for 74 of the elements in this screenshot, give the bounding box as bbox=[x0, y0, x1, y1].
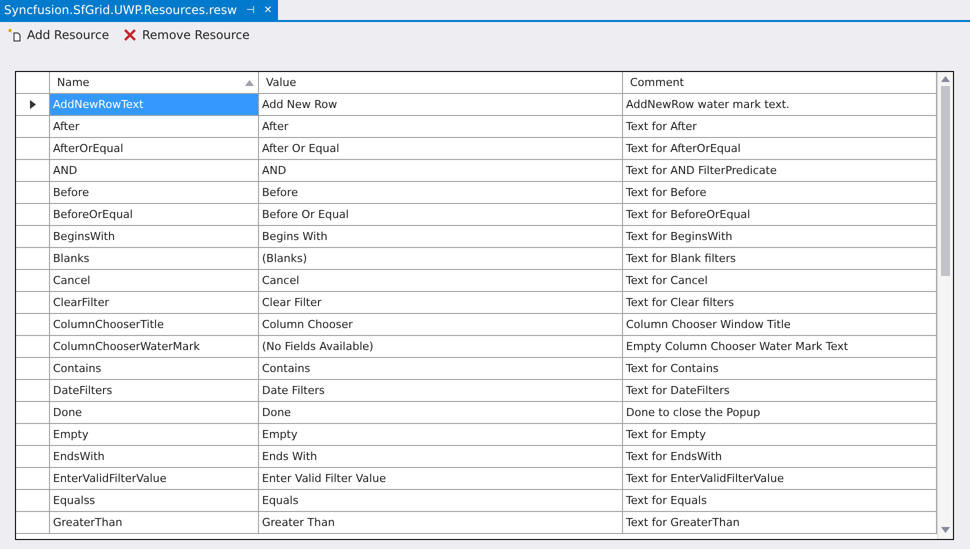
table-cell[interactable]: AND bbox=[50, 160, 259, 182]
table-cell[interactable]: DateFilters bbox=[50, 380, 259, 402]
column-header[interactable]: Comment bbox=[623, 72, 937, 94]
table-cell[interactable]: (No Fields Available) bbox=[259, 336, 623, 358]
table-cell[interactable]: Cancel bbox=[50, 270, 259, 292]
table-cell[interactable]: Add New Row bbox=[259, 94, 623, 116]
table-cell[interactable]: Column Chooser bbox=[259, 314, 623, 336]
table-cell[interactable]: Clear Filter bbox=[259, 292, 623, 314]
table-cell[interactable]: After bbox=[259, 116, 623, 138]
table-cell[interactable]: Text for BeforeOrEqual bbox=[623, 204, 937, 226]
scroll-down-icon[interactable] bbox=[941, 527, 950, 533]
table-cell[interactable]: Done bbox=[50, 402, 259, 424]
table-cell[interactable]: Equals bbox=[259, 490, 623, 512]
table-cell[interactable]: BeginsWith bbox=[50, 226, 259, 248]
table-cell[interactable]: Column Chooser Window Title bbox=[623, 314, 937, 336]
table-cell[interactable]: Text for GreaterThan bbox=[623, 512, 937, 534]
table-cell[interactable]: Enter Valid Filter Value bbox=[259, 468, 623, 490]
table-cell[interactable]: Text for EnterValidFilterValue bbox=[623, 468, 937, 490]
table-cell[interactable]: ColumnChooserWaterMark bbox=[50, 336, 259, 358]
scroll-up-icon[interactable] bbox=[941, 76, 950, 82]
tab-title: Syncfusion.SfGrid.UWP.Resources.resw bbox=[4, 3, 237, 17]
table-cell[interactable]: Before Or Equal bbox=[259, 204, 623, 226]
table-cell[interactable]: Text for Cancel bbox=[623, 270, 937, 292]
table-cell[interactable]: Text for Before bbox=[623, 182, 937, 204]
table-cell[interactable]: ColumnChooserTitle bbox=[50, 314, 259, 336]
table-cell[interactable]: Text for Equals bbox=[623, 490, 937, 512]
table-cell[interactable]: Contains bbox=[50, 358, 259, 380]
table-cell[interactable]: Done bbox=[259, 402, 623, 424]
table-cell[interactable]: AfterOrEqual bbox=[50, 138, 259, 160]
table-cell[interactable]: Contains bbox=[259, 358, 623, 380]
scrollbar-thumb[interactable] bbox=[941, 86, 950, 276]
table-cell[interactable]: Done to close the Popup bbox=[623, 402, 937, 424]
table-cell[interactable]: Text for DateFilters bbox=[623, 380, 937, 402]
delete-icon bbox=[123, 28, 138, 42]
table-cell[interactable]: Empty Column Chooser Water Mark Text bbox=[623, 336, 937, 358]
close-button[interactable]: ✕ bbox=[264, 4, 272, 16]
current-row-icon bbox=[30, 100, 36, 109]
table-cell[interactable]: Equalss bbox=[50, 490, 259, 512]
table-cell[interactable]: EnterValidFilterValue bbox=[50, 468, 259, 490]
table-cell[interactable]: Text for Blank filters bbox=[623, 248, 937, 270]
table-cell[interactable]: EndsWith bbox=[50, 446, 259, 468]
vertical-scrollbar[interactable] bbox=[937, 72, 953, 539]
table-cell[interactable]: (Blanks) bbox=[259, 248, 623, 270]
table-cell[interactable]: After bbox=[50, 116, 259, 138]
table-cell[interactable]: Text for Clear filters bbox=[623, 292, 937, 314]
table-cell[interactable]: Blanks bbox=[50, 248, 259, 270]
table-cell[interactable]: Greater Than bbox=[259, 512, 623, 534]
new-item-icon bbox=[8, 28, 22, 42]
table-cell[interactable]: ClearFilter bbox=[50, 292, 259, 314]
table-cell[interactable]: Text for Contains bbox=[623, 358, 937, 380]
table-cell[interactable]: Empty bbox=[259, 424, 623, 446]
table-cell[interactable]: Cancel bbox=[259, 270, 623, 292]
table-cell[interactable]: AddNewRow water mark text. bbox=[623, 94, 937, 116]
table-cell[interactable]: Text for AND FilterPredicate bbox=[623, 160, 937, 182]
table-cell[interactable]: Text for Empty bbox=[623, 424, 937, 446]
table-cell[interactable]: BeforeOrEqual bbox=[50, 204, 259, 226]
table-cell[interactable]: Empty bbox=[50, 424, 259, 446]
table-cell[interactable]: Text for AfterOrEqual bbox=[623, 138, 937, 160]
table-cell[interactable]: Text for EndsWith bbox=[623, 446, 937, 468]
remove-resource-button[interactable]: Remove Resource bbox=[121, 28, 252, 42]
table-cell[interactable]: AND bbox=[259, 160, 623, 182]
table-cell[interactable]: GreaterThan bbox=[50, 512, 259, 534]
pin-button[interactable]: ⊣ bbox=[246, 4, 255, 16]
table-cell[interactable]: Begins With bbox=[259, 226, 623, 248]
document-tab[interactable]: Syncfusion.SfGrid.UWP.Resources.resw ⊣ ✕ bbox=[0, 0, 278, 20]
table-cell[interactable]: Ends With bbox=[259, 446, 623, 468]
table-cell[interactable]: Date Filters bbox=[259, 380, 623, 402]
column-header[interactable]: Value bbox=[259, 72, 623, 94]
table-cell[interactable]: Text for BeginsWith bbox=[623, 226, 937, 248]
table-cell[interactable]: After Or Equal bbox=[259, 138, 623, 160]
table-cell[interactable]: Text for After bbox=[623, 116, 937, 138]
add-resource-button[interactable]: Add Resource bbox=[6, 28, 112, 42]
table-cell[interactable]: Before bbox=[50, 182, 259, 204]
table-cell[interactable]: Before bbox=[259, 182, 623, 204]
